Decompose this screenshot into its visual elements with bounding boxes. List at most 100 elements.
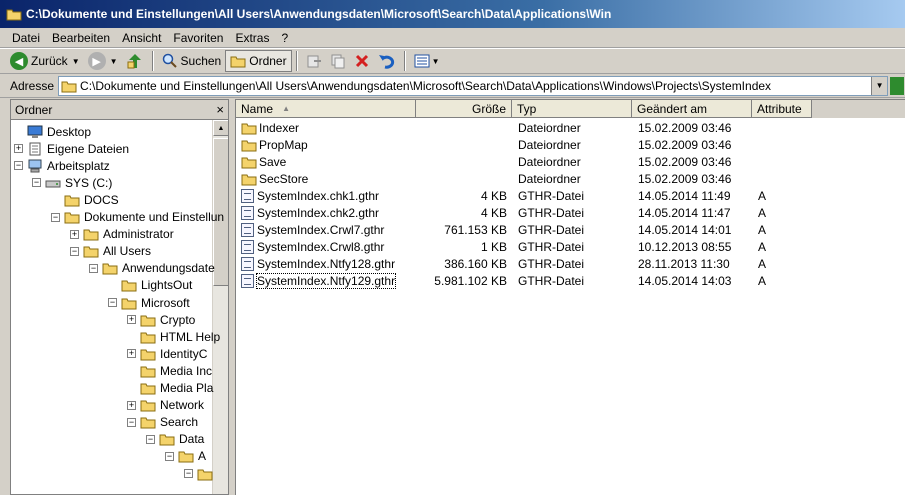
tree-item[interactable]: + IdentityC [127,345,207,362]
tree-item-label: Media Pla [160,381,214,395]
folder-row[interactable]: SecStore Dateiordner 15.02.2009 03:46 [236,170,905,187]
file-row[interactable]: SystemIndex.Ntfy128.gthr 386.160 KB GTHR-D… [236,255,905,272]
column-type[interactable]: Typ [512,100,632,118]
collapse-icon[interactable]: − [70,246,79,256]
address-dropdown-icon[interactable]: ▼ [871,76,888,95]
collapse-icon[interactable]: − [184,469,193,478]
go-arrow-icon[interactable] [890,76,905,95]
file-row[interactable]: SystemIndex.Ntfy129.gthr 5.981.102 KB GTHR… [236,272,905,289]
menu-extras[interactable]: Extras [229,31,275,45]
collapse-icon[interactable]: − [32,178,41,188]
column-size[interactable]: Größe [416,100,512,118]
expand-icon[interactable]: + [127,349,136,359]
tree-item[interactable]: − SYS (C:) [32,174,112,191]
file-row[interactable]: SystemIndex.Crwl8.gthr 1 KB GTHR-Datei 10.1… [236,238,905,255]
collapse-icon[interactable]: − [108,298,117,307]
expand-icon[interactable]: + [127,315,136,325]
forward-button[interactable]: ▶ ▼ [84,50,122,72]
expand-icon[interactable]: + [14,144,23,154]
tree-item[interactable]: Desktop [14,123,91,140]
collapse-icon[interactable]: − [14,161,23,171]
column-name[interactable]: Name ▲ [236,100,416,118]
folder-icon [140,315,156,327]
tree-item[interactable]: Media Pla [127,380,213,397]
folder-row[interactable]: Save Dateiordner 15.02.2009 03:46 [236,153,905,170]
name-cell: SystemIndex.Ntfy128.gthr [241,255,395,272]
expand-icon[interactable]: + [127,400,136,410]
file-row[interactable]: SystemIndex.chk1.gthr 4 KB GTHR-Datei 14.05… [236,187,905,204]
file-modified: 15.02.2009 03:46 [638,154,732,169]
menu-datei[interactable]: Datei [6,31,46,45]
menu-ansicht[interactable]: Ansicht [116,31,167,45]
forward-arrow-icon: ▶ [87,52,106,70]
column-type-label: Typ [517,101,537,116]
tree-item[interactable]: DOCS [51,191,119,208]
search-button[interactable]: Suchen [158,50,226,72]
collapse-icon[interactable]: − [165,451,174,461]
menu-favoriten[interactable]: Favoriten [167,31,229,45]
menu-bearbeiten[interactable]: Bearbeiten [46,31,116,45]
tree-item[interactable]: − Data [146,431,204,448]
search-icon [162,53,177,68]
tree-item-label: IdentityC [160,346,208,361]
collapse-icon[interactable]: − [89,263,98,273]
tree-item[interactable]: + Administrator [70,226,174,243]
file-size: 4 KB [480,188,507,203]
file-row[interactable]: SystemIndex.Crwl7.gthr 761.153 KB GTHR-Dat… [236,221,905,238]
tree-item[interactable]: + Crypto [127,311,195,328]
tree-scrollbar[interactable]: ▲ [212,120,228,494]
copy-to-button[interactable] [326,50,350,72]
folder-row[interactable]: PropMap Dateiordner 15.02.2009 03:46 [236,136,905,153]
folder-icon [102,263,118,275]
collapse-icon[interactable]: − [146,434,155,444]
tree-item[interactable]: LightsOut [108,277,192,294]
forward-dropdown-icon[interactable]: ▼ [110,57,118,66]
folder-icon [140,332,156,344]
back-button[interactable]: ◀ Zurück ▼ [6,50,84,72]
undo-button[interactable] [374,50,400,72]
tree-item[interactable]: − Dokumente und Einstellun [51,209,224,226]
scroll-up-icon[interactable]: ▲ [213,120,228,136]
toolbar-separator [151,51,154,71]
folder-icon [61,81,77,92]
tree-item[interactable]: + Eigene Dateien [14,140,129,157]
move-to-button[interactable] [302,50,326,72]
tree-item[interactable]: HTML Help [127,328,220,345]
tree-item[interactable]: − A [165,448,206,465]
tree-item[interactable]: + Network [127,397,204,414]
window-title: C:\Dokumente und Einstellungen\All Users… [26,7,612,21]
file-attributes: A [758,205,767,220]
back-dropdown-icon[interactable]: ▼ [72,57,80,66]
tree-item[interactable]: Media Inc [127,362,212,379]
tree-item[interactable]: − Anwendungsdate [89,260,215,277]
name-cell: PropMap [241,136,308,153]
tree-item-label: All Users [103,244,152,259]
delete-button[interactable] [350,50,374,72]
folder-row[interactable]: Indexer Dateiordner 15.02.2009 03:46 [236,119,905,136]
folder-icon [140,383,156,395]
tree-item[interactable]: − Arbeitsplatz [14,157,110,174]
tree-item[interactable]: − All Users [70,243,151,260]
file-size: 386.160 KB [444,256,507,271]
file-row[interactable]: SystemIndex.chk2.gthr 4 KB GTHR-Datei 14.05… [236,204,905,221]
back-arrow-icon: ◀ [10,52,28,70]
collapse-icon[interactable]: − [127,417,136,427]
close-icon[interactable]: × [216,102,224,117]
folders-button[interactable]: Ordner [225,50,292,72]
views-dropdown-icon[interactable]: ▼ [432,57,440,66]
tree-item[interactable]: − Search [127,414,198,431]
file-type: GTHR-Datei [518,273,585,288]
title-bar[interactable]: C:\Dokumente und Einstellungen\All Users… [0,0,905,28]
tree-item-label: Data [179,432,205,447]
address-field[interactable]: C:\Dokumente und Einstellungen\All Users… [58,75,889,96]
name-cell: SystemIndex.Crwl7.gthr [241,221,384,238]
tree-item[interactable]: − [184,465,217,482]
expand-icon[interactable]: + [70,229,79,239]
column-modified[interactable]: Geändert am [632,100,752,118]
tree-item[interactable]: − Microsoft [108,294,190,311]
up-folder-button[interactable] [122,50,148,72]
collapse-icon[interactable]: − [51,212,60,222]
column-attributes[interactable]: Attribute [752,100,812,118]
views-button[interactable]: ▼ [410,50,444,72]
menu-help[interactable]: ? [275,31,294,45]
